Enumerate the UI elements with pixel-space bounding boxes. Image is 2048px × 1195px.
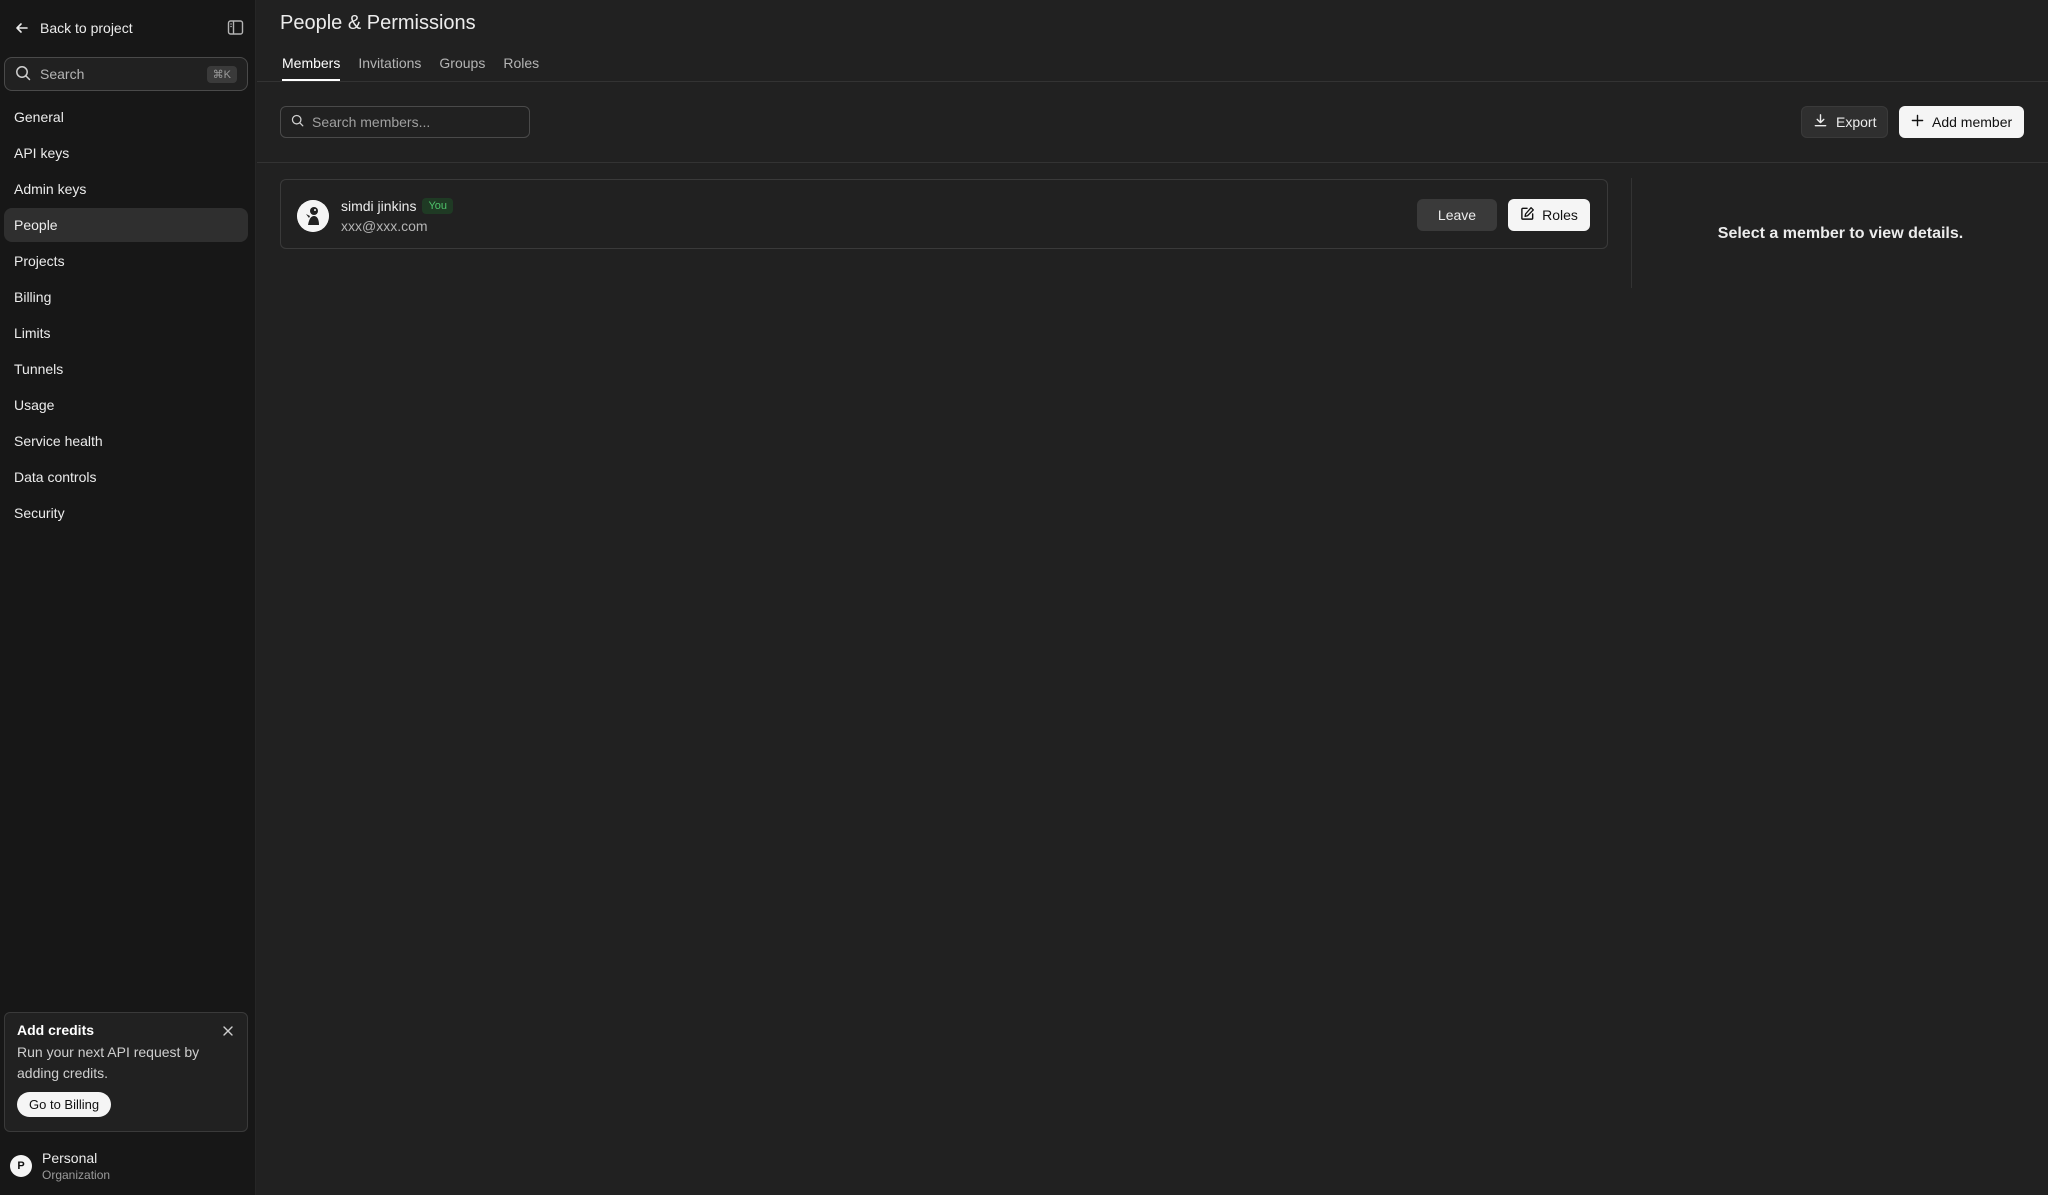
member-name-row: simdi jinkins You [341, 198, 454, 214]
back-to-project-link[interactable]: Back to project [14, 20, 133, 36]
add-member-button[interactable]: Add member [1899, 106, 2025, 138]
leave-button[interactable]: Leave [1417, 199, 1497, 231]
tab-roles[interactable]: Roles [503, 55, 539, 81]
sidebar-item-data-controls[interactable]: Data controls [4, 460, 248, 494]
add-member-label: Add member [1932, 114, 2013, 130]
member-row[interactable]: simdi jinkins You xxx@xxx.com Leave Role… [280, 179, 1608, 249]
tab-invitations[interactable]: Invitations [358, 55, 421, 81]
download-icon [1813, 113, 1828, 131]
member-search-field[interactable] [280, 106, 530, 138]
export-button[interactable]: Export [1801, 106, 1889, 138]
details-divider [1631, 178, 1632, 288]
close-icon[interactable] [223, 1023, 233, 1039]
sidebar-item-projects[interactable]: Projects [4, 244, 248, 278]
org-type: Organization [42, 1168, 111, 1182]
sidebar-item-general[interactable]: General [4, 100, 248, 134]
sidebar-item-limits[interactable]: Limits [4, 316, 248, 350]
toolbar-divider [257, 162, 2048, 163]
tabs-divider [257, 81, 2048, 82]
member-search-input[interactable] [312, 114, 519, 130]
avatar [297, 200, 329, 232]
sidebar-toggle-icon[interactable] [227, 19, 244, 36]
org-avatar: P [10, 1155, 32, 1177]
member-details-placeholder: Select a member to view details. [1717, 225, 1964, 242]
sidebar-item-people[interactable]: People [4, 208, 248, 242]
sidebar: Back to project Search ⌘K General API ke… [0, 0, 256, 1195]
arrow-left-icon [14, 20, 30, 36]
sidebar-nav: General API keys Admin keys People Proje… [4, 100, 248, 532]
export-label: Export [1836, 114, 1877, 130]
tab-groups[interactable]: Groups [439, 55, 485, 81]
add-credits-title: Add credits [17, 1022, 95, 1038]
sidebar-item-usage[interactable]: Usage [4, 388, 248, 422]
search-shortcut: ⌘K [206, 65, 237, 83]
tab-bar: Members Invitations Groups Roles [282, 55, 539, 81]
plus-icon [1911, 114, 1924, 130]
edit-roles-label: Roles [1542, 207, 1578, 223]
sidebar-search[interactable]: Search ⌘K [4, 57, 248, 91]
org-name: Personal [42, 1150, 98, 1166]
go-to-billing-button[interactable]: Go to Billing [17, 1092, 112, 1117]
member-email: xxx@xxx.com [341, 218, 428, 234]
back-to-project-label: Back to project [40, 20, 133, 36]
edit-icon [1520, 206, 1535, 224]
org-switcher[interactable]: P Personal Organization [10, 1150, 110, 1182]
sidebar-item-tunnels[interactable]: Tunnels [4, 352, 248, 386]
page-title: People & Permissions [280, 12, 476, 34]
search-icon [15, 65, 31, 84]
you-badge: You [422, 198, 454, 214]
tab-members[interactable]: Members [282, 55, 341, 81]
sidebar-item-admin-keys[interactable]: Admin keys [4, 172, 248, 206]
add-credits-description: Run your next API request by adding cred… [17, 1044, 200, 1081]
sidebar-search-placeholder: Search [40, 66, 85, 82]
edit-roles-button[interactable]: Roles [1508, 199, 1590, 231]
search-icon [291, 114, 304, 130]
sidebar-item-service-health[interactable]: Service health [4, 424, 248, 458]
sidebar-item-billing[interactable]: Billing [4, 280, 248, 314]
member-name: simdi jinkins [341, 198, 417, 214]
sidebar-item-api-keys[interactable]: API keys [4, 136, 248, 170]
sidebar-item-security[interactable]: Security [4, 496, 248, 530]
add-credits-card: Add credits Run your next API request by… [4, 1012, 248, 1132]
main-content: People & Permissions Members Invitations… [257, 0, 2048, 1195]
sidebar-header: Back to project [14, 14, 244, 42]
